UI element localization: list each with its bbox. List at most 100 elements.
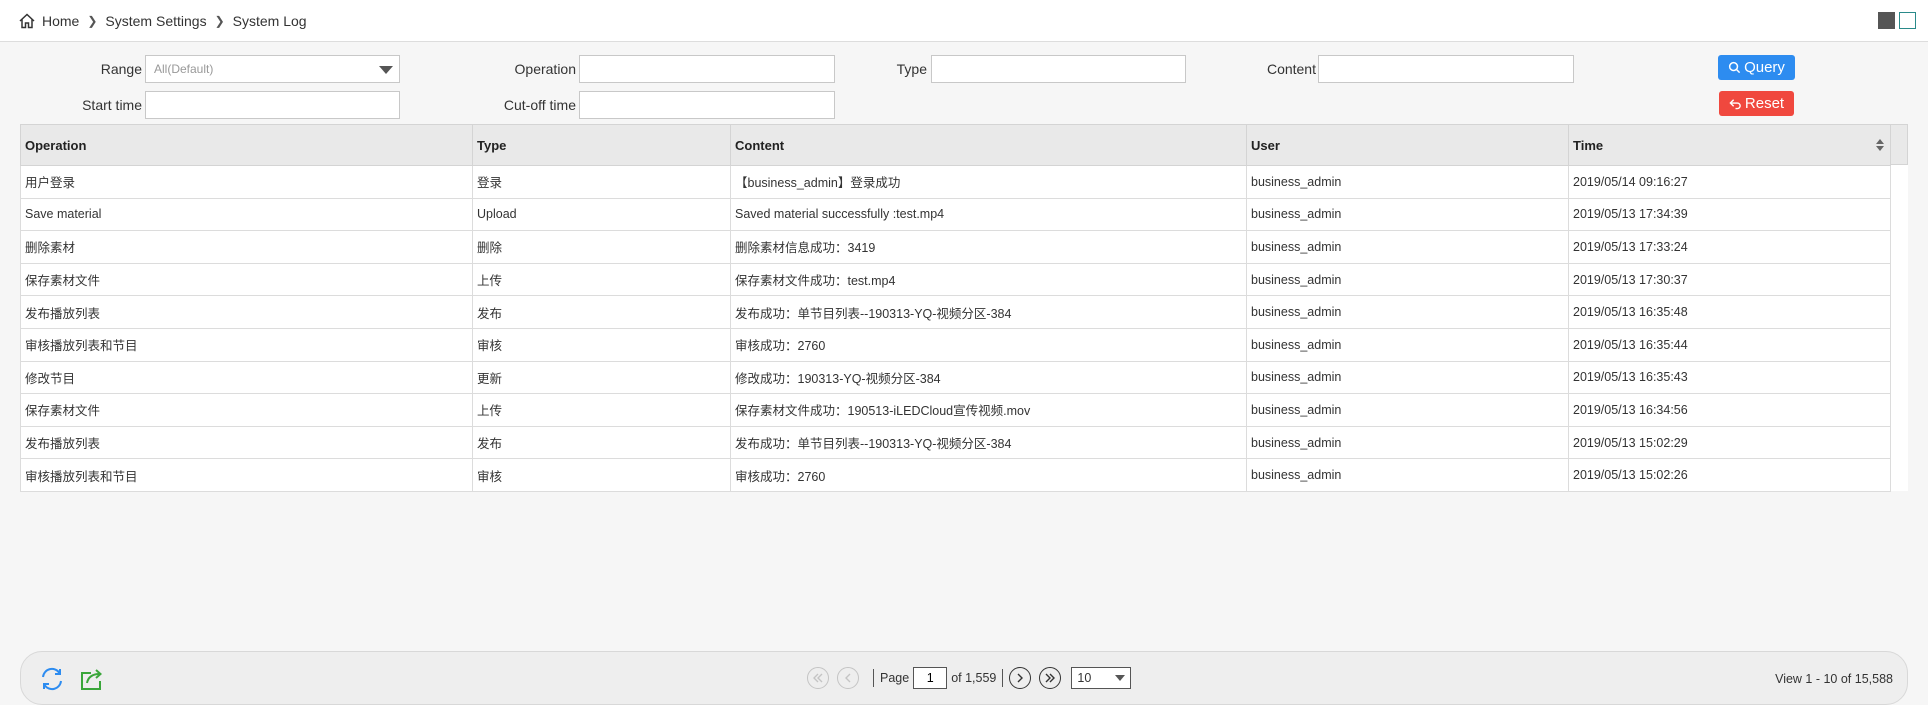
cell-content: 审核成功：2760 — [730, 458, 1247, 492]
cell-user: business_admin — [1246, 197, 1569, 232]
cell-content: 保存素材文件成功：190513-iLEDCloud宣传视频.mov — [730, 393, 1247, 427]
table-row[interactable]: 保存素材文件 上传 保存素材文件成功：test.mp4 business_adm… — [20, 262, 1891, 297]
cell-type: 登录 — [472, 165, 731, 199]
breadcrumb-system-log: System Log — [232, 13, 307, 29]
cell-time: 2019/05/13 16:35:48 — [1568, 295, 1891, 329]
cell-operation: 删除素材 — [20, 230, 473, 264]
cell-time: 2019/05/13 16:35:44 — [1568, 327, 1891, 362]
cell-content: 审核成功：2760 — [730, 327, 1247, 362]
content-input[interactable] — [1318, 55, 1574, 83]
cell-user: business_admin — [1246, 393, 1569, 427]
rows-per-page-select[interactable]: 10 — [1071, 667, 1132, 689]
export-icon[interactable] — [78, 665, 106, 693]
cell-content: 修改成功：190313-YQ-视频分区-384 — [730, 360, 1247, 395]
cell-type: 删除 — [472, 230, 731, 264]
cell-time: 2019/05/13 17:34:39 — [1568, 197, 1891, 232]
table-row[interactable]: 删除素材 删除 删除素材信息成功：3419 business_admin 201… — [20, 230, 1891, 264]
cell-user: business_admin — [1246, 360, 1569, 395]
last-page-button[interactable] — [1039, 667, 1062, 689]
cell-operation: 发布播放列表 — [20, 295, 473, 329]
cell-type: 上传 — [472, 262, 731, 297]
column-header-time[interactable]: Time — [1568, 124, 1891, 166]
cell-operation: 保存素材文件 — [20, 393, 473, 427]
table-row[interactable]: 发布播放列表 发布 发布成功：单节目列表--190313-YQ-视频分区-384… — [20, 425, 1891, 460]
table-row[interactable]: 发布播放列表 发布 发布成功：单节目列表--190313-YQ-视频分区-384… — [20, 295, 1891, 329]
cell-time: 2019/05/13 17:33:24 — [1568, 230, 1891, 264]
table-row[interactable]: Save material Upload Saved material succ… — [20, 197, 1891, 232]
caret-down-icon — [1115, 675, 1126, 681]
cell-type: 审核 — [472, 458, 731, 492]
cell-operation: 审核播放列表和节目 — [20, 327, 473, 362]
cell-operation: Save material — [20, 197, 473, 232]
cell-content: 删除素材信息成功：3419 — [730, 230, 1247, 264]
cell-type: 审核 — [472, 327, 731, 362]
search-icon — [1728, 61, 1741, 74]
light-theme-square-icon[interactable] — [1899, 12, 1916, 29]
pagination-controls: Page of 1,559 10 — [807, 667, 1132, 689]
prev-page-button[interactable] — [837, 667, 859, 689]
sort-icon[interactable] — [1876, 139, 1884, 151]
cell-type: Upload — [472, 197, 731, 232]
cell-time: 2019/05/13 15:02:26 — [1568, 458, 1891, 492]
type-input[interactable] — [931, 55, 1186, 83]
cell-time: 2019/05/13 17:30:37 — [1568, 262, 1891, 297]
dark-theme-square-icon[interactable] — [1878, 12, 1895, 29]
first-page-button[interactable] — [807, 667, 829, 689]
top-bar: Home ❯ System Settings ❯ System Log — [0, 0, 1928, 42]
cell-time: 2019/05/13 16:34:56 — [1568, 393, 1891, 427]
page-label: Page — [880, 671, 910, 685]
table-row[interactable]: 保存素材文件 上传 保存素材文件成功：190513-iLEDCloud宣传视频.… — [20, 393, 1891, 427]
chevron-right-icon: ❯ — [214, 14, 225, 28]
range-label: Range — [100, 61, 142, 77]
column-header-content[interactable]: Content — [730, 124, 1247, 166]
table-row[interactable]: 审核播放列表和节目 审核 审核成功：2760 business_admin 20… — [20, 458, 1891, 492]
cutoff-time-label: Cut-off time — [503, 97, 576, 113]
cell-time: 2019/05/13 15:02:29 — [1568, 425, 1891, 460]
breadcrumb: Home ❯ System Settings ❯ System Log — [18, 12, 307, 30]
cell-user: business_admin — [1246, 230, 1569, 264]
cell-time: 2019/05/13 16:35:43 — [1568, 360, 1891, 395]
operation-input[interactable] — [579, 55, 835, 83]
next-page-button[interactable] — [1009, 667, 1032, 689]
cell-operation: 发布播放列表 — [20, 425, 473, 460]
reset-icon — [1729, 99, 1741, 110]
double-chevron-right-icon — [1045, 673, 1056, 683]
column-header-type[interactable]: Type — [472, 124, 731, 166]
home-icon[interactable] — [18, 12, 36, 30]
query-button[interactable]: Query — [1718, 55, 1795, 80]
cell-content: 发布成功：单节目列表--190313-YQ-视频分区-384 — [730, 425, 1247, 460]
table-row[interactable]: 修改节目 更新 修改成功：190313-YQ-视频分区-384 business… — [20, 360, 1891, 395]
cell-operation: 保存素材文件 — [20, 262, 473, 297]
start-time-label: Start time — [82, 97, 142, 113]
reset-button-label: Reset — [1744, 95, 1785, 112]
table-row[interactable]: 审核播放列表和节目 审核 审核成功：2760 business_admin 20… — [20, 327, 1891, 362]
page-total: of 1,559 — [951, 671, 997, 685]
start-time-input[interactable] — [145, 91, 400, 119]
range-select-value: All(Default) — [154, 62, 214, 76]
cell-type: 发布 — [472, 425, 731, 460]
pager-bar: Page of 1,559 10 View 1 - 10 of 15,588 — [20, 651, 1908, 705]
content-label: Content — [1266, 61, 1316, 77]
table-row[interactable]: 用户登录 登录 【business_admin】登录成功 business_ad… — [20, 165, 1891, 199]
filter-panel: Range All(Default) Operation Type Conten… — [0, 42, 1928, 124]
log-table: Operation Type Content User Time 用户登录 登录… — [20, 124, 1891, 492]
breadcrumb-system-settings[interactable]: System Settings — [105, 13, 206, 29]
page-number-input[interactable] — [913, 667, 948, 689]
cell-operation: 审核播放列表和节目 — [20, 458, 473, 492]
cell-content: 保存素材文件成功：test.mp4 — [730, 262, 1247, 297]
range-select[interactable]: All(Default) — [145, 55, 400, 83]
column-header-operation[interactable]: Operation — [20, 124, 473, 166]
reset-button[interactable]: Reset — [1719, 91, 1794, 116]
cell-operation: 修改节目 — [20, 360, 473, 395]
cell-content: 【business_admin】登录成功 — [730, 165, 1247, 199]
column-header-user[interactable]: User — [1246, 124, 1569, 166]
refresh-icon[interactable] — [38, 665, 66, 693]
cell-time: 2019/05/14 09:16:27 — [1568, 165, 1891, 199]
cell-type: 上传 — [472, 393, 731, 427]
cell-content: Saved material successfully :test.mp4 — [730, 197, 1247, 232]
cell-operation: 用户登录 — [20, 165, 473, 199]
breadcrumb-home[interactable]: Home — [42, 13, 79, 29]
log-table-container: Operation Type Content User Time 用户登录 登录… — [20, 124, 1908, 492]
cutoff-time-input[interactable] — [579, 91, 835, 119]
cell-user: business_admin — [1246, 295, 1569, 329]
